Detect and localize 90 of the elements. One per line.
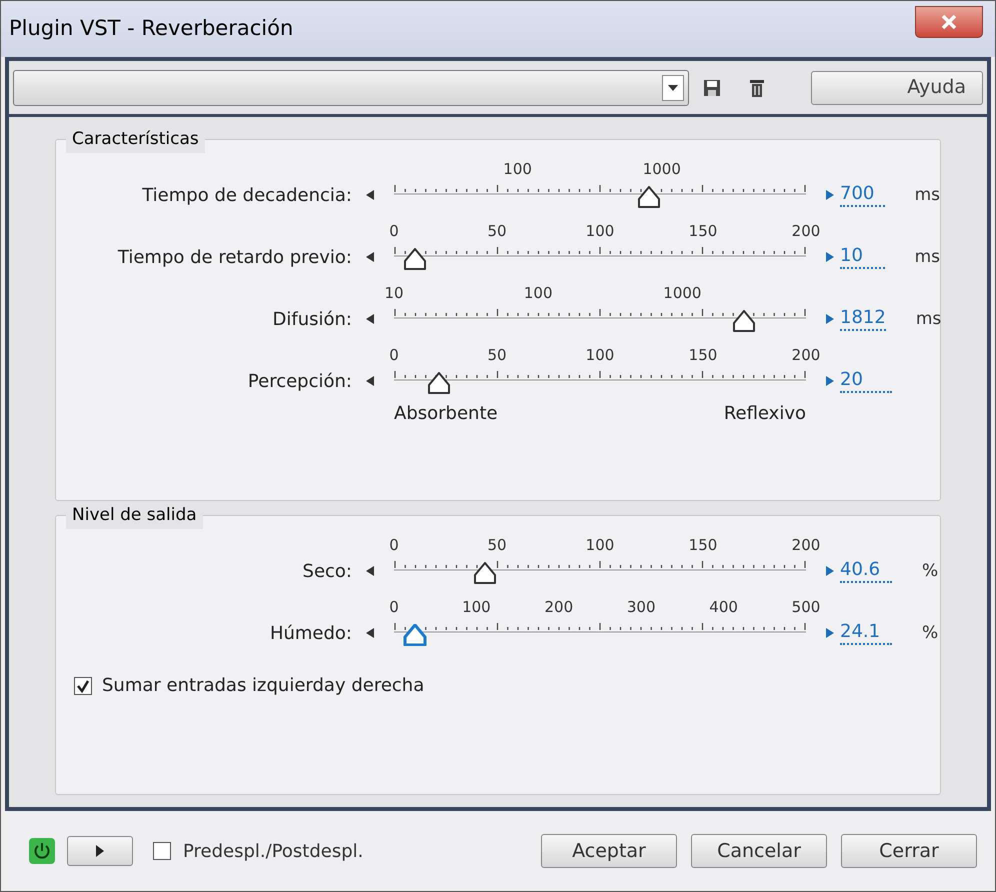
slider-thumb[interactable] — [427, 372, 452, 394]
tick-label: 0 — [389, 345, 399, 366]
slider-thumb[interactable] — [402, 624, 427, 646]
slider-label: Difusión: — [272, 308, 352, 332]
tick-label: 150 — [688, 345, 718, 366]
checkbox-label: Sumar entradas izquierday derecha — [102, 674, 424, 698]
increment-arrow-icon[interactable] — [826, 566, 834, 576]
tick-label: 50 — [487, 345, 507, 366]
decrement-arrow-icon[interactable] — [366, 314, 374, 324]
dropdown-button[interactable] — [662, 74, 684, 100]
decrement-arrow-icon[interactable] — [366, 376, 374, 386]
slider-track[interactable]: 100 1000 — [382, 158, 818, 220]
tick-label: 0 — [389, 597, 399, 618]
slider-track[interactable]: 0 50 100 150 200 — [382, 534, 818, 596]
window-title: Plugin VST - Reverberación — [9, 15, 294, 42]
increment-arrow-icon[interactable] — [826, 190, 834, 200]
decrement-arrow-icon[interactable] — [366, 190, 374, 200]
unit-label: ms — [914, 246, 940, 269]
tick-label: 100 — [586, 221, 614, 242]
unit-label: % — [922, 560, 938, 583]
tick-label: 100 — [462, 597, 491, 618]
checkbox[interactable] — [153, 842, 171, 860]
checkbox[interactable] — [74, 676, 92, 694]
power-button[interactable] — [29, 838, 55, 864]
tick-label: 10 — [384, 283, 404, 304]
slider-thumb[interactable] — [472, 562, 497, 584]
tick-label: 150 — [688, 221, 718, 242]
power-icon — [33, 842, 51, 860]
unit-label: ms — [916, 308, 942, 331]
increment-arrow-icon[interactable] — [826, 314, 834, 324]
checkbox-label: Predespl./Postdespl. — [183, 840, 364, 864]
tick-label: 100 — [586, 345, 614, 366]
tick-label: 100 — [524, 283, 552, 304]
tick-label: 100 — [586, 535, 614, 556]
slider-label: Tiempo de decadencia: — [141, 184, 352, 208]
slider-track[interactable]: 0 50 100 150 200 — [382, 220, 818, 282]
caret-icon — [668, 84, 678, 90]
slider-label: Seco: — [302, 560, 352, 584]
tick-label: 1000 — [663, 283, 702, 304]
dialog-button[interactable]: Cerrar — [841, 834, 977, 868]
slider-track[interactable]: 10 100 1000 — [382, 282, 818, 344]
tick-label: 200 — [544, 597, 574, 618]
dialog-button[interactable]: Aceptar — [541, 834, 677, 868]
value-field[interactable]: 24.1 — [840, 621, 892, 645]
decrement-arrow-icon[interactable] — [366, 566, 374, 576]
value-field[interactable]: 40.6 — [840, 559, 892, 583]
group-title: Características — [66, 127, 205, 152]
increment-arrow-icon[interactable] — [826, 628, 834, 638]
decrement-arrow-icon[interactable] — [366, 252, 374, 262]
increment-arrow-icon[interactable] — [826, 376, 834, 386]
unit-label: ms — [914, 184, 940, 207]
tick-label: 200 — [792, 221, 820, 242]
slider-label: Húmedo: — [268, 622, 352, 646]
trash-icon[interactable] — [749, 78, 765, 98]
tick-label: 200 — [792, 345, 820, 366]
slider-thumb[interactable] — [732, 310, 756, 332]
tick-label: 1000 — [642, 159, 681, 180]
slider-label: Tiempo de retardo previo: — [116, 246, 352, 270]
unit-label: % — [922, 622, 938, 645]
tick-label: 200 — [792, 535, 820, 556]
value-field[interactable]: 700 — [840, 183, 885, 207]
decrement-arrow-icon[interactable] — [366, 628, 374, 638]
tick-label: 50 — [487, 221, 507, 242]
dialog-button[interactable]: Cancelar — [691, 834, 827, 868]
value-field[interactable]: 20 — [840, 369, 892, 393]
tick-label: 0 — [389, 535, 399, 556]
preset-dropdown[interactable] — [13, 70, 689, 106]
slider-track[interactable]: 0 50 100 150 200 Absorbente Reflexivo — [382, 344, 818, 434]
close-button[interactable] — [915, 6, 983, 38]
scale-min-label: Absorbente — [394, 402, 498, 426]
slider-thumb[interactable] — [637, 186, 662, 208]
play-button[interactable] — [67, 836, 133, 866]
scale-max-label: Reflexivo — [724, 402, 806, 426]
tick-label: 0 — [389, 221, 399, 242]
tick-label: 100 — [503, 159, 532, 180]
play-icon — [96, 845, 104, 857]
tick-label: 400 — [709, 597, 738, 618]
increment-arrow-icon[interactable] — [826, 252, 834, 262]
slider-track[interactable]: 0 100 200 300 400 500 — [382, 596, 818, 658]
tick-label: 150 — [688, 535, 718, 556]
value-field[interactable]: 1812 — [840, 307, 886, 331]
slider-thumb[interactable] — [402, 248, 427, 270]
tick-label: 50 — [487, 535, 507, 556]
save-icon[interactable] — [703, 78, 721, 96]
close-icon — [940, 14, 958, 30]
tick-label: 300 — [626, 597, 656, 618]
value-field[interactable]: 10 — [840, 245, 885, 269]
slider-label: Percepción: — [246, 370, 352, 394]
help-button[interactable]: Ayuda — [811, 70, 983, 104]
tick-label: 500 — [792, 597, 820, 618]
